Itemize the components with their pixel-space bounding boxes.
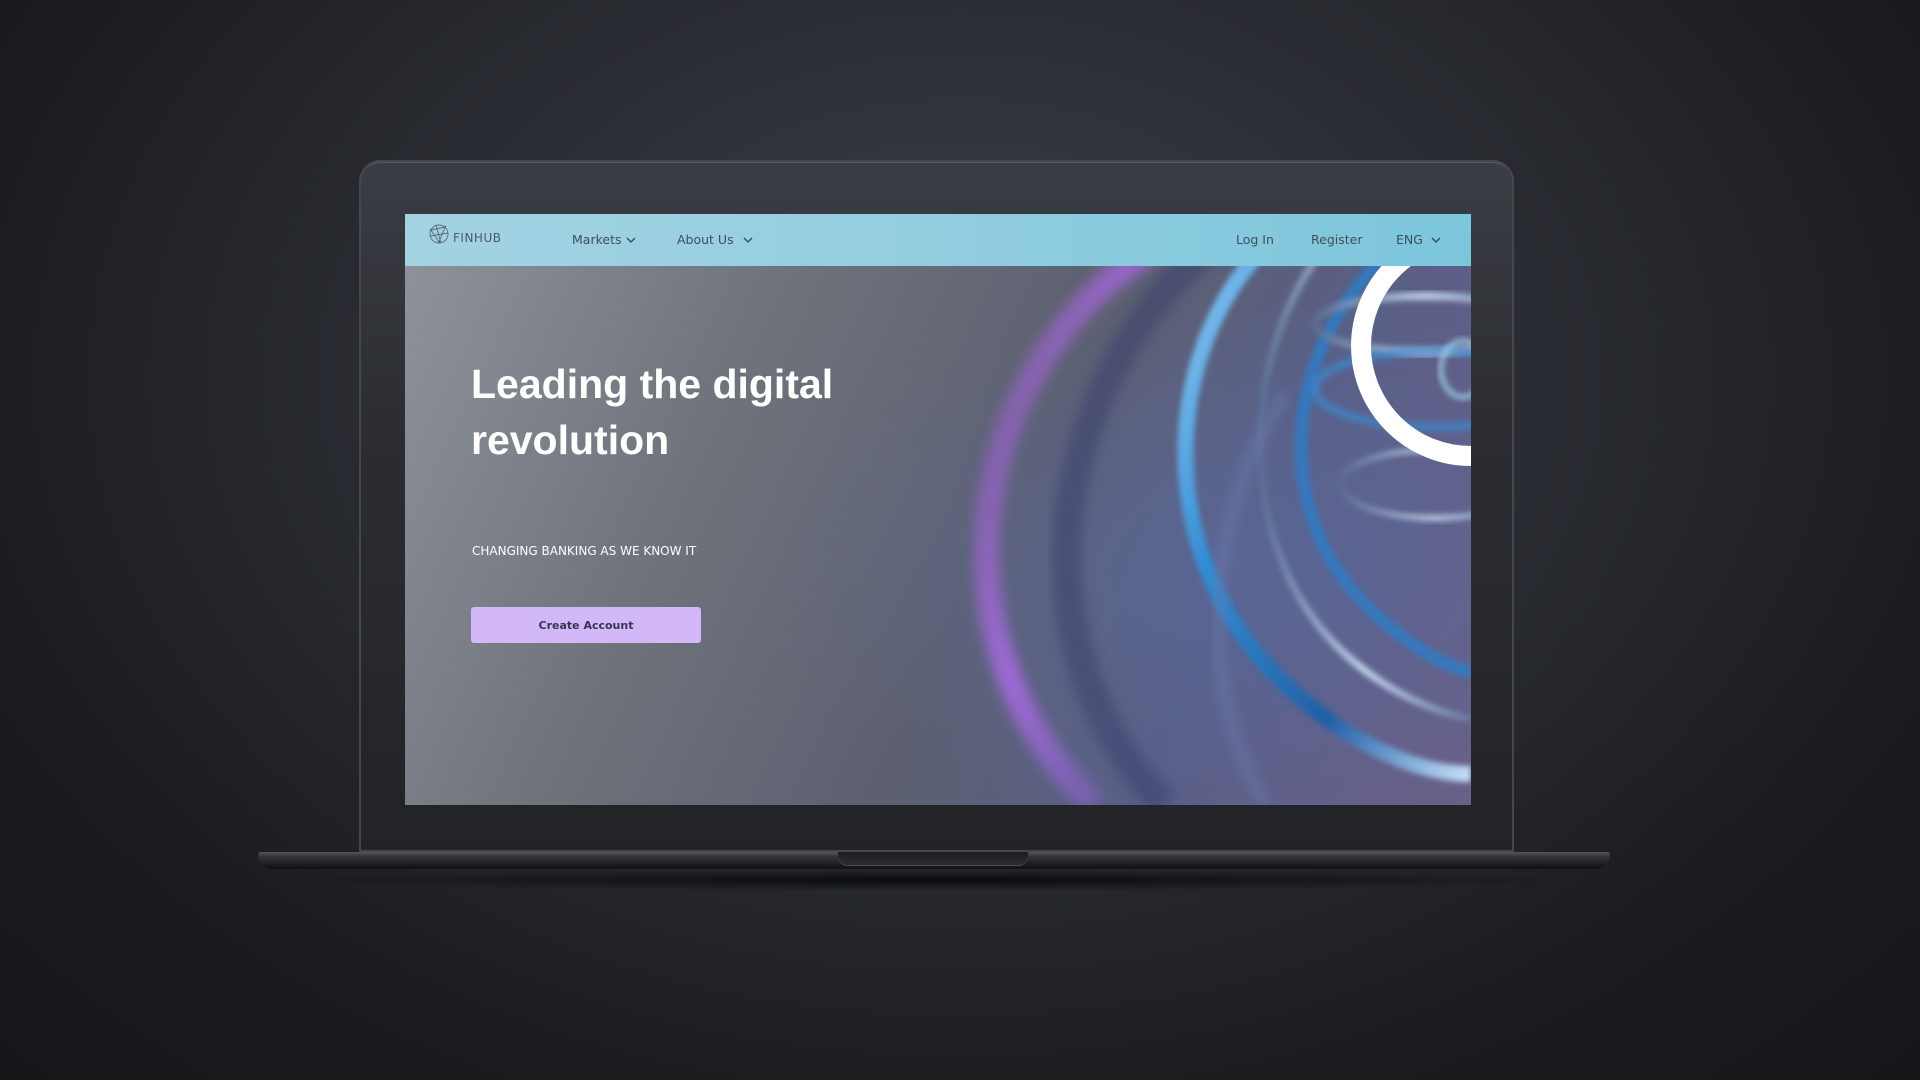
- login-link[interactable]: Log In: [1236, 232, 1274, 247]
- language-selector[interactable]: ENG: [1396, 232, 1441, 247]
- chevron-down-icon: [626, 236, 637, 243]
- top-nav: FINHUB Markets About Us Log In Register …: [405, 214, 1471, 266]
- create-account-button[interactable]: Create Account: [471, 607, 701, 643]
- laptop-lid: FINHUB Markets About Us Log In Register …: [359, 160, 1514, 852]
- brand-name: FINHUB: [453, 231, 502, 245]
- hero-rings-artwork: [405, 214, 1471, 805]
- network-logo-icon: [429, 224, 449, 244]
- register-link[interactable]: Register: [1311, 232, 1362, 247]
- language-label: ENG: [1396, 232, 1423, 247]
- chevron-down-icon: [743, 236, 753, 243]
- hero-subtitle: CHANGING BANKING AS WE KNOW IT: [472, 544, 697, 558]
- nav-about-us-label: About Us: [677, 232, 734, 247]
- website-page: FINHUB Markets About Us Log In Register …: [405, 214, 1471, 805]
- hero-title: Leading the digital revolution: [471, 361, 834, 463]
- nav-about-us[interactable]: About Us: [677, 232, 753, 247]
- brand-logo[interactable]: FINHUB: [427, 222, 501, 246]
- register-label: Register: [1311, 232, 1363, 247]
- laptop-hinge-notch: [838, 852, 1028, 866]
- nav-markets[interactable]: Markets: [572, 232, 637, 247]
- login-label: Log In: [1236, 232, 1274, 247]
- laptop-screen: FINHUB Markets About Us Log In Register …: [405, 214, 1471, 805]
- laptop-shadow: [280, 869, 1590, 891]
- nav-markets-label: Markets: [572, 232, 622, 247]
- chevron-down-icon: [1431, 236, 1441, 243]
